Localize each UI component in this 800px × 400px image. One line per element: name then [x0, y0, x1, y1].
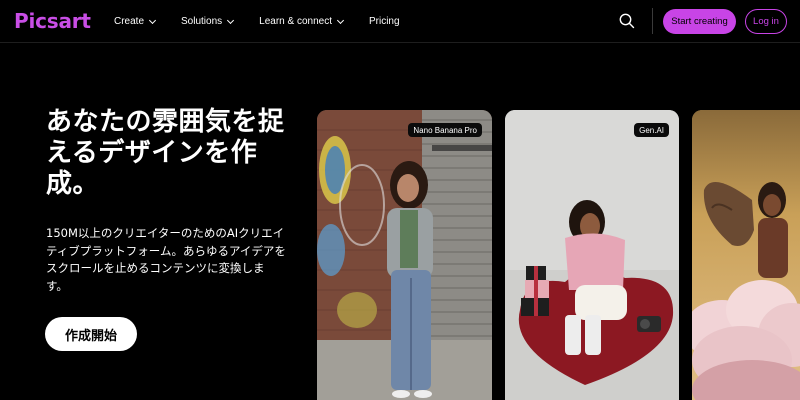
nav-item-create[interactable]: Create: [114, 16, 157, 27]
hero-title: あなたの雰囲気を捉えるデザインを作成。: [46, 107, 285, 199]
nav-item-label: Solutions: [181, 16, 223, 27]
nav-item-pricing[interactable]: Pricing: [369, 16, 400, 27]
search-icon: [619, 13, 635, 29]
search-button[interactable]: [618, 12, 636, 30]
chevron-down-icon: [336, 16, 345, 24]
street-photo-image: [317, 110, 492, 400]
chevron-down-icon: [227, 16, 235, 24]
chevron-down-icon: [148, 16, 157, 24]
start-creating-button[interactable]: Start creating: [663, 9, 736, 34]
model-badge: Nano Banana Pro: [408, 123, 482, 137]
angel-photo-image: [692, 110, 800, 400]
nav-item-label: Learn & connect: [259, 16, 332, 27]
studio-photo-image: [505, 110, 679, 400]
showcase-card-angel[interactable]: [692, 110, 800, 400]
model-badge: Gen.AI: [634, 123, 669, 137]
nav-item-solutions[interactable]: Solutions: [181, 16, 235, 27]
nav-item-learn-connect[interactable]: Learn & connect: [259, 16, 345, 27]
showcase-card-street[interactable]: Nano Banana Pro: [317, 110, 492, 400]
top-nav: Picsart Create Solutions Learn & connect…: [0, 0, 800, 43]
showcase-card-studio[interactable]: Gen.AI: [505, 110, 679, 400]
header-divider: [652, 8, 653, 34]
main-nav: Create Solutions Learn & connect Pricing: [114, 0, 426, 43]
picsart-logo[interactable]: Picsart: [14, 9, 91, 33]
nav-item-label: Pricing: [368, 16, 400, 27]
start-create-button[interactable]: 作成開始: [45, 317, 137, 351]
nav-item-label: Create: [114, 16, 145, 27]
login-button[interactable]: Log in: [745, 9, 787, 34]
hero-description: 150M以上のクリエイターのためのAIクリエイティブプラットフォーム。あらゆるア…: [46, 226, 286, 293]
